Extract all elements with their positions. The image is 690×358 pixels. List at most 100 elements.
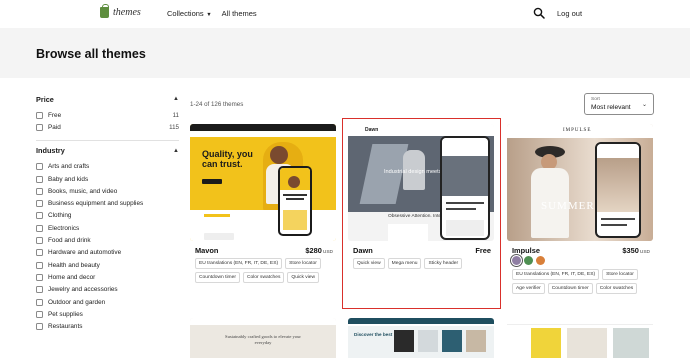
checkbox[interactable]	[36, 310, 43, 318]
theme-preview-row2-1[interactable]: Sustainably crafted goods to elevate you…	[190, 318, 336, 358]
filter-option-books-music-video[interactable]: Books, music, and video	[36, 185, 179, 197]
checkbox[interactable]	[36, 212, 43, 220]
theme-name[interactable]: Impulse	[512, 246, 540, 255]
preview-brand: IMPULSE	[563, 128, 592, 133]
chevron-up-icon: ▲	[173, 147, 179, 154]
feature-tag: Age verifier	[512, 283, 545, 294]
filter-option-count: 115	[169, 123, 179, 131]
filter-option-label: Business equipment and supplies	[48, 200, 144, 208]
preview-phone	[595, 142, 641, 238]
feature-tag: Store locator	[285, 258, 321, 269]
filter-option-label: Home and decor	[48, 273, 96, 281]
filter-option-home-decor[interactable]: Home and decor	[36, 271, 179, 283]
filter-option-label: Clothing	[48, 212, 72, 220]
preview-block	[204, 233, 234, 240]
feature-tag: Store locator	[602, 269, 638, 280]
logout-link[interactable]: Log out	[557, 9, 582, 18]
filter-option-arts-and-crafts[interactable]: Arts and crafts	[36, 161, 179, 173]
color-swatch[interactable]	[512, 256, 521, 265]
checkbox[interactable]	[36, 249, 43, 257]
results-count: 1-24 of 126 themes	[190, 101, 244, 108]
checkbox[interactable]	[36, 237, 43, 245]
checkbox[interactable]	[36, 261, 43, 269]
filter-option-paid[interactable]: Paid 115	[36, 121, 179, 133]
price-facet-toggle[interactable]: Price ▲	[36, 93, 179, 105]
logo-text: themes	[113, 7, 141, 18]
checkbox[interactable]	[36, 123, 43, 131]
page-hero: Browse all themes	[0, 28, 690, 78]
preview-announcement-bar	[190, 124, 336, 131]
theme-preview-row2-3[interactable]	[507, 318, 653, 358]
color-swatch[interactable]	[524, 256, 533, 265]
page-title: Browse all themes	[36, 47, 146, 61]
preview-cta	[202, 179, 222, 184]
filter-option-label: Electronics	[48, 224, 80, 232]
feature-tags: EU translations (EN, FR, IT, DE, ES) Sto…	[195, 258, 335, 283]
checkbox[interactable]	[36, 163, 43, 171]
industry-facet-toggle[interactable]: Industry ▲	[36, 145, 179, 157]
preview-headline: Sustainably crafted goods to elevate you…	[225, 334, 301, 345]
checkbox[interactable]	[36, 286, 43, 294]
filter-option-label: Books, music, and video	[48, 187, 118, 195]
filter-option-free[interactable]: Free 11	[36, 109, 179, 121]
shopify-bag-icon	[100, 4, 109, 18]
checkbox[interactable]	[36, 224, 43, 232]
checkbox[interactable]	[36, 298, 43, 306]
theme-card-mavon[interactable]: Quality, you can trust. Mavon $280USD EU…	[190, 124, 336, 284]
filter-option-label: Restaurants	[48, 323, 83, 331]
filter-option-electronics[interactable]: Electronics	[36, 222, 179, 234]
filter-option-label: Free	[48, 111, 62, 119]
filter-option-pet-supplies[interactable]: Pet supplies	[36, 308, 179, 320]
theme-preview[interactable]: Quality, you can trust.	[190, 124, 336, 241]
filter-option-clothing[interactable]: Clothing	[36, 210, 179, 222]
filter-option-hardware-automotive[interactable]: Hardware and automotive	[36, 247, 179, 259]
checkbox[interactable]	[36, 273, 43, 281]
preview-phone	[278, 166, 312, 236]
theme-preview[interactable]: IMPULSE SUMMER	[507, 124, 653, 241]
preview-badge	[204, 214, 230, 217]
filter-option-food-and-drink[interactable]: Food and drink	[36, 234, 179, 246]
theme-card-impulse[interactable]: IMPULSE SUMMER Impulse $350USD EU transl…	[507, 124, 653, 294]
filter-option-jewelry[interactable]: Jewelry and accessories	[36, 284, 179, 296]
filter-option-restaurants[interactable]: Restaurants	[36, 320, 179, 332]
feature-tag: EU translations (EN, FR, IT, DE, ES)	[195, 258, 283, 269]
theme-preview-row2-2[interactable]: Discover the best	[348, 318, 494, 358]
filter-sidebar: Price ▲ Free 11 Paid 115 Industry ▲ Arts…	[36, 93, 179, 333]
filter-option-outdoor-garden[interactable]: Outdoor and garden	[36, 296, 179, 308]
feature-tag: Color swatches	[595, 283, 638, 294]
sort-select[interactable]: Sort Most relevant ⌄	[584, 93, 654, 115]
themes-logo[interactable]: themes	[100, 4, 141, 18]
checkbox[interactable]	[36, 175, 43, 183]
nav-all-themes[interactable]: All themes	[222, 9, 257, 18]
industry-facet-heading: Industry	[36, 146, 65, 156]
sort-label: Sort	[591, 97, 600, 102]
preview-headline: SUMMER	[541, 200, 595, 212]
feature-tag: Color swatches	[242, 272, 285, 283]
feature-tag: Quick view	[287, 272, 320, 283]
filter-option-label: Pet supplies	[48, 310, 83, 318]
checkbox[interactable]	[36, 111, 43, 119]
nav-collections[interactable]: Collections ▼	[167, 9, 212, 18]
feature-tag: Countdown timer	[195, 272, 240, 283]
preview-headline: Discover the best	[354, 332, 393, 337]
preview-header	[190, 131, 336, 137]
filter-option-count: 11	[172, 111, 179, 119]
filter-option-baby-and-kids[interactable]: Baby and kids	[36, 173, 179, 185]
feature-tag: EU translations (EN, FR, IT, DE, ES)	[512, 269, 600, 280]
checkbox[interactable]	[36, 323, 43, 331]
color-swatch[interactable]	[536, 256, 545, 265]
search-icon[interactable]	[533, 7, 545, 19]
checkbox[interactable]	[36, 200, 43, 208]
filter-option-label: Food and drink	[48, 237, 91, 245]
filter-option-health-beauty[interactable]: Health and beauty	[36, 259, 179, 271]
main-nav: Collections ▼ All themes	[167, 9, 257, 18]
checkbox[interactable]	[36, 187, 43, 195]
feature-tag: Countdown timer	[547, 283, 593, 294]
theme-name[interactable]: Mavon	[195, 246, 218, 255]
filter-option-label: Jewelry and accessories	[48, 286, 118, 294]
sort-value: Most relevant	[591, 104, 631, 111]
preview-headline: Quality, you can trust.	[202, 149, 253, 169]
filter-option-business-equipment[interactable]: Business equipment and supplies	[36, 197, 179, 209]
price-options: Free 11 Paid 115	[36, 109, 179, 134]
filter-option-label: Health and beauty	[48, 261, 100, 269]
